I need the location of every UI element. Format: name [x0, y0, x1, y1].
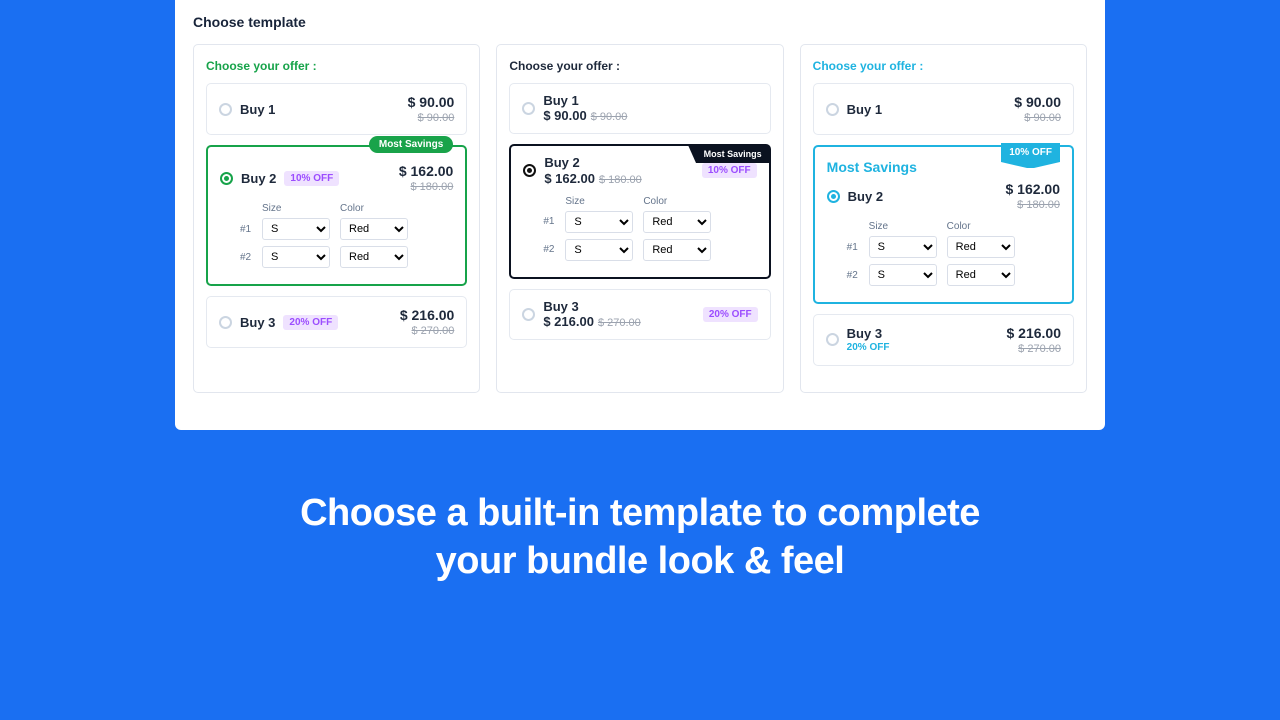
variant-row: #2 S Red	[543, 239, 756, 261]
offer-buy1[interactable]: Buy 1 $ 90.00 $ 90.00	[813, 83, 1074, 135]
variant-row: #2 S Red	[240, 246, 453, 268]
color-select[interactable]: Red	[340, 218, 408, 240]
radio-icon[interactable]	[219, 316, 232, 329]
offer-price: $ 90.00	[1014, 94, 1061, 110]
discount-pill: 10% OFF	[284, 171, 339, 186]
panel-title: Choose template	[193, 14, 1087, 30]
discount-ribbon: 10% OFF	[1001, 143, 1060, 162]
offer-name: Buy 1	[240, 102, 275, 117]
variant-row: #1 S Red	[240, 218, 453, 240]
discount-pill: 20% OFF	[703, 307, 758, 322]
variant-row: #2 S Red	[847, 264, 1060, 286]
discount-sub: 20% OFF	[847, 342, 890, 353]
variant-block: Size Color #1 S Red #2 S Red	[523, 196, 756, 261]
offer-strike: $ 270.00	[400, 325, 455, 337]
offer-price: $ 162.00	[1005, 181, 1060, 197]
savings-badge: Most Savings	[369, 136, 453, 153]
template-card-black[interactable]: Choose your offer : Buy 1 $ 90.00$ 90.00	[496, 44, 783, 393]
offer-strike: $ 270.00	[598, 317, 641, 329]
offer-price: $ 162.00	[399, 163, 454, 179]
radio-icon[interactable]	[826, 333, 839, 346]
radio-icon[interactable]	[219, 103, 232, 116]
offer-strike: $ 180.00	[599, 174, 642, 186]
offer-buy3[interactable]: Buy 3 20% OFF $ 216.00 $ 270.00	[813, 314, 1074, 366]
size-select[interactable]: S	[565, 239, 633, 261]
color-select[interactable]: Red	[947, 264, 1015, 286]
stage: Choose template Choose your offer : Buy …	[0, 0, 1280, 720]
row-index: #2	[543, 244, 555, 255]
row-index: #2	[847, 270, 859, 281]
offer-strike: $ 180.00	[1005, 199, 1060, 211]
variant-row: #1 S Red	[543, 211, 756, 233]
template-panel: Choose template Choose your offer : Buy …	[175, 0, 1105, 430]
radio-icon[interactable]	[220, 172, 233, 185]
col-size: Size	[565, 196, 633, 207]
offer-name: Buy 2	[544, 156, 579, 170]
size-select[interactable]: S	[262, 246, 330, 268]
color-select[interactable]: Red	[947, 236, 1015, 258]
discount-pill: 10% OFF	[702, 163, 757, 178]
offer-buy1[interactable]: Buy 1 $ 90.00 $ 90.00	[206, 83, 467, 135]
template-cards: Choose your offer : Buy 1 $ 90.00 $ 90.0…	[193, 44, 1087, 393]
offer-strike: $ 180.00	[399, 181, 454, 193]
col-size: Size	[869, 221, 937, 232]
size-select[interactable]: S	[869, 264, 937, 286]
offer-buy2[interactable]: 10% OFF Most Savings Buy 2 $ 162.00 $ 18…	[813, 145, 1074, 304]
offer-name: Buy 2	[848, 189, 883, 204]
color-select[interactable]: Red	[340, 246, 408, 268]
offer-price: $ 162.00$ 180.00	[544, 171, 641, 186]
offer-name: Buy 3	[543, 300, 578, 314]
template-card-cyan[interactable]: Choose your offer : Buy 1 $ 90.00 $ 90.0…	[800, 44, 1087, 393]
radio-icon[interactable]	[522, 308, 535, 321]
offer-buy2[interactable]: Most Savings Buy 2 10% OFF $ 162.00 $ 18…	[206, 145, 467, 286]
variant-block: Size Color #1 S Red #2 S Red	[220, 203, 453, 268]
variant-block: Size Color #1 S Red #2 S Red	[827, 221, 1060, 286]
offer-name: Buy 2	[241, 171, 276, 186]
color-select[interactable]: Red	[643, 239, 711, 261]
radio-icon[interactable]	[826, 103, 839, 116]
offer-strike: $ 90.00	[1014, 112, 1061, 124]
offer-price: $ 216.00	[400, 307, 455, 323]
size-select[interactable]: S	[565, 211, 633, 233]
row-index: #1	[847, 242, 859, 253]
offer-buy2[interactable]: Most Savings Buy 2 $ 162.00$ 180.00 10% …	[509, 144, 770, 278]
col-color: Color	[340, 203, 408, 214]
savings-ribbon: Most Savings	[696, 145, 770, 163]
row-index: #1	[240, 224, 252, 235]
choose-label: Choose your offer :	[509, 59, 770, 73]
radio-icon[interactable]	[523, 164, 536, 177]
size-select[interactable]: S	[262, 218, 330, 240]
offer-buy3[interactable]: Buy 3 20% OFF $ 216.00 $ 270.00	[206, 296, 467, 348]
offer-buy3[interactable]: Buy 3 $ 216.00$ 270.00 20% OFF	[509, 289, 770, 340]
caption-line1: Choose a built-in template to complete	[0, 490, 1280, 538]
col-size: Size	[262, 203, 330, 214]
offer-buy1[interactable]: Buy 1 $ 90.00$ 90.00	[509, 83, 770, 134]
row-index: #2	[240, 252, 252, 263]
choose-label: Choose your offer :	[206, 59, 467, 73]
row-index: #1	[543, 216, 555, 227]
radio-icon[interactable]	[522, 102, 535, 115]
color-select[interactable]: Red	[643, 211, 711, 233]
offer-price: $ 216.00	[1006, 325, 1061, 341]
offer-strike: $ 90.00	[408, 112, 455, 124]
template-card-green[interactable]: Choose your offer : Buy 1 $ 90.00 $ 90.0…	[193, 44, 480, 393]
offer-name: Buy 3	[240, 315, 275, 330]
variant-row: #1 S Red	[847, 236, 1060, 258]
choose-label: Choose your offer :	[813, 59, 1074, 73]
offer-strike: $ 90.00	[591, 111, 628, 123]
radio-icon[interactable]	[827, 190, 840, 203]
col-color: Color	[643, 196, 711, 207]
col-color: Color	[947, 221, 1015, 232]
discount-pill: 20% OFF	[283, 315, 338, 330]
offer-name: Buy 1	[847, 102, 882, 117]
offer-name: Buy 1	[543, 94, 578, 108]
offer-price: $ 90.00$ 90.00	[543, 108, 627, 123]
caption-line2: your bundle look & feel	[0, 538, 1280, 586]
size-select[interactable]: S	[869, 236, 937, 258]
offer-strike: $ 270.00	[1006, 343, 1061, 355]
offer-price: $ 216.00$ 270.00	[543, 314, 640, 329]
marketing-caption: Choose a built-in template to complete y…	[0, 490, 1280, 585]
offer-price: $ 90.00	[408, 94, 455, 110]
offer-name: Buy 3	[847, 327, 882, 341]
